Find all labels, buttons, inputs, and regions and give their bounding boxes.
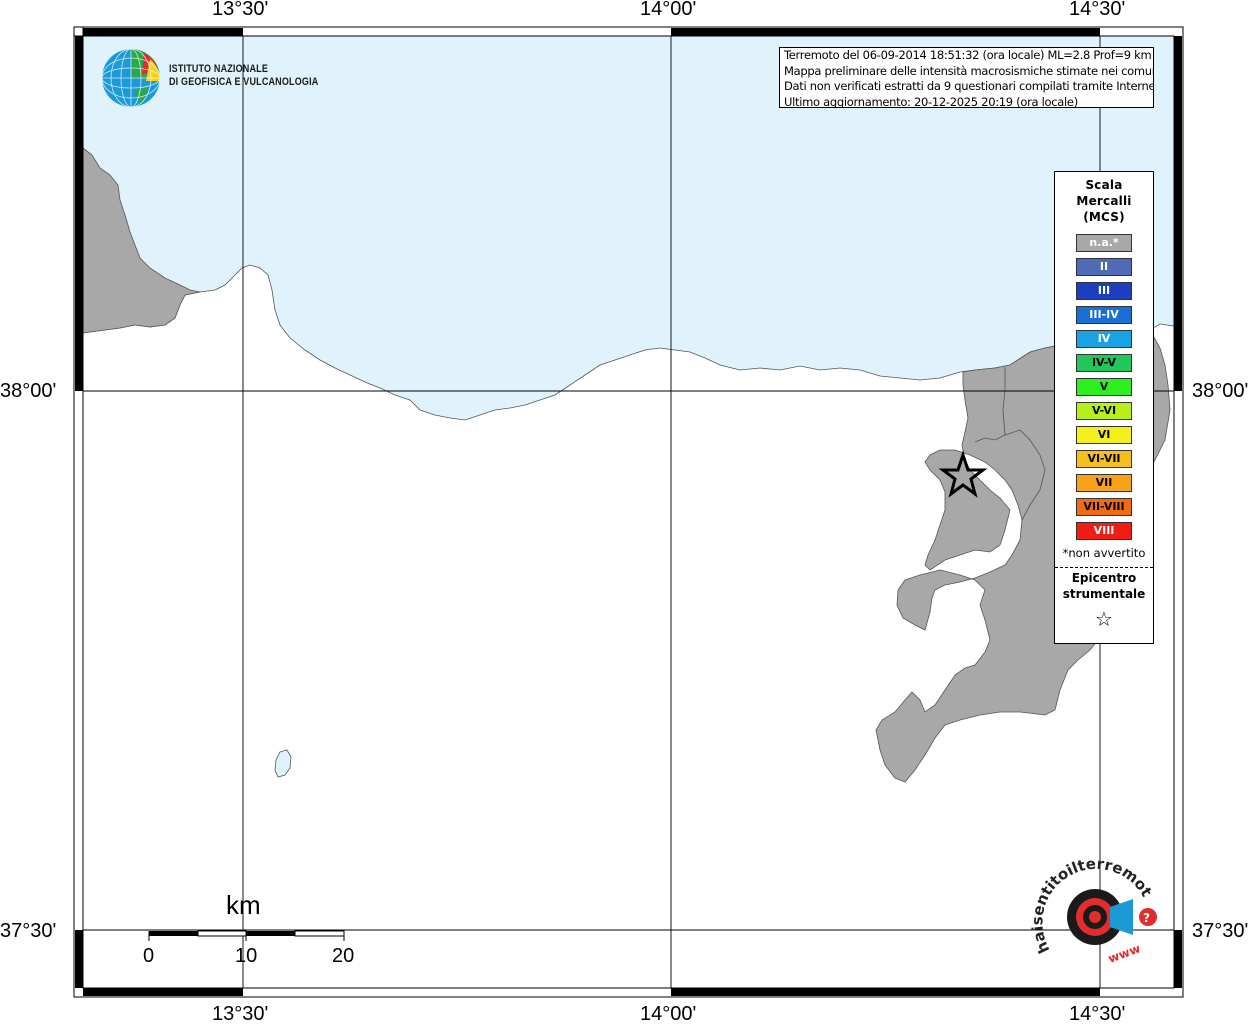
legend-star-icon: ☆ <box>1095 607 1113 631</box>
legend-epicenter-line2: strumentale <box>1062 587 1146 601</box>
info-line-1: Terremoto del 06-09-2014 18:51:32 (ora l… <box>784 48 1152 62</box>
info-line-3: Dati non verificati estratti da 9 questi… <box>784 79 1154 93</box>
svg-text:?: ? <box>1143 911 1150 925</box>
legend-item: V-VI <box>1076 402 1132 420</box>
legend-title-line3: (MCS) <box>1083 210 1125 224</box>
scale-label-10: 10 <box>235 945 258 967</box>
ingv-name: ISTITUTO NAZIONALE DI GEOFISICA E VULCAN… <box>169 63 318 89</box>
legend-item: III <box>1076 282 1132 300</box>
info-line-4: Ultimo aggiornamento: 20-12-2025 20:19 (… <box>784 94 1078 108</box>
legend-epicenter-line1: Epicentro <box>1071 571 1137 585</box>
scale-unit: km <box>226 890 261 920</box>
scale-label-0: 0 <box>143 945 155 967</box>
event-info-box: Terremoto del 06-09-2014 18:51:32 (ora l… <box>779 47 1154 108</box>
legend-note: *non avvertito <box>1062 546 1146 560</box>
legend-separator <box>1055 567 1153 568</box>
lon-label-top-2: 14°00' <box>640 0 697 20</box>
lon-label-bottom-1: 13°30' <box>212 1003 269 1025</box>
legend-item: n.a.* <box>1076 234 1132 252</box>
haisentito-logo: haisentitoilterremoto.it ? www <box>1030 855 1157 966</box>
legend-title-line2: Mercalli <box>1076 194 1132 208</box>
ingv-name-line2: DI GEOFISICA E VULCANOLOGIA <box>169 76 319 88</box>
legend-title-line1: Scala <box>1085 178 1123 192</box>
lon-label-bottom-2: 14°00' <box>640 1003 697 1025</box>
lat-label-right-1: 38°00' <box>1192 380 1249 402</box>
haisentito-www: www <box>1106 941 1142 966</box>
ingv-name-line1: ISTITUTO NAZIONALE <box>169 63 269 75</box>
legend-title: Scala Mercalli (MCS) <box>1055 177 1153 225</box>
legend-item: IV <box>1076 330 1132 348</box>
lon-label-top-1: 13°30' <box>212 0 269 20</box>
legend-item: VII-VIII <box>1076 498 1132 516</box>
legend-item: VI <box>1076 426 1132 444</box>
intensity-legend: Scala Mercalli (MCS) n.a.* II III III-IV IV I… <box>1054 171 1154 644</box>
lat-label-left-1: 38°00' <box>0 380 57 402</box>
scale-label-20: 20 <box>332 945 355 967</box>
lat-label-left-2: 37°30' <box>0 920 57 942</box>
legend-items: n.a.* II III III-IV IV IV-V V V-VI VI VI-VII VII VI… <box>1055 234 1153 540</box>
legend-item: VI-VII <box>1076 450 1132 468</box>
legend-item: III-IV <box>1076 306 1132 324</box>
legend-item: II <box>1076 258 1132 276</box>
lat-label-right-2: 37°30' <box>1192 920 1249 942</box>
lon-label-bottom-3: 14°30' <box>1069 1003 1126 1025</box>
info-line-2: Mappa preliminare delle intensità macros… <box>784 63 1154 78</box>
legend-epicenter-title: Epicentro strumentale <box>1055 570 1153 602</box>
lon-label-top-3: 14°30' <box>1069 0 1126 20</box>
legend-item: V <box>1076 378 1132 396</box>
legend-item: IV-V <box>1076 354 1132 372</box>
ingv-globe-logo <box>101 48 161 108</box>
legend-item: VIII <box>1076 522 1132 540</box>
legend-item: VII <box>1076 474 1132 492</box>
